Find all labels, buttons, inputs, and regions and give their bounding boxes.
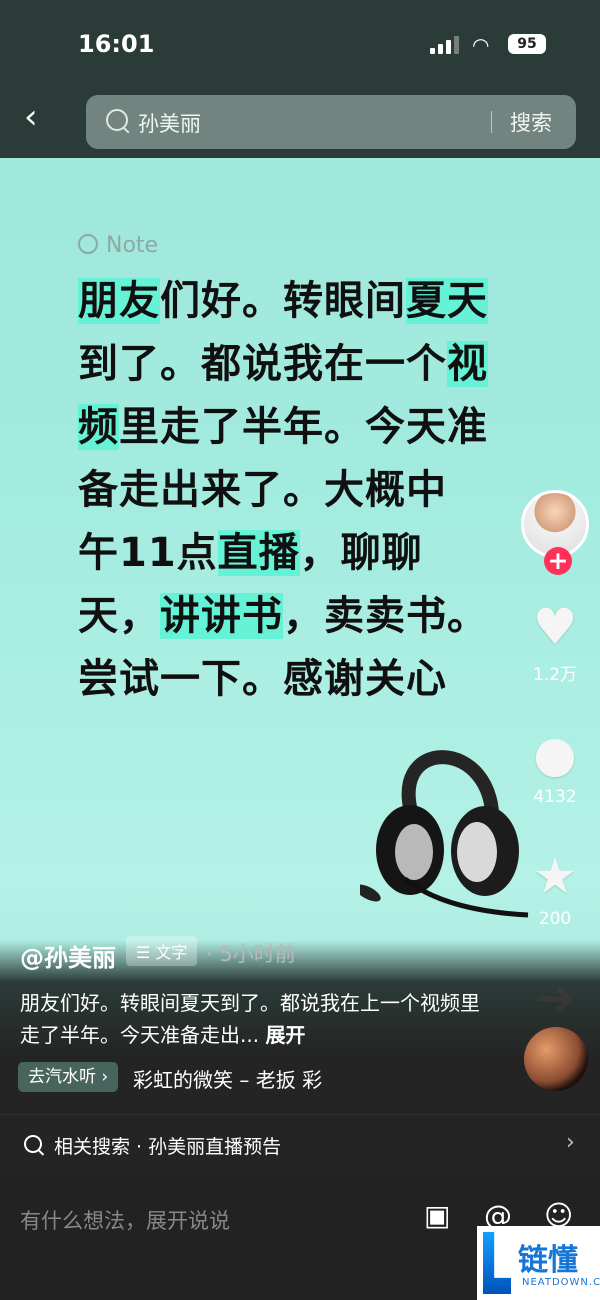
post-text-segment: 午11点 [78, 530, 218, 576]
search-header: ‹ 搜索 [0, 80, 600, 158]
search-input[interactable] [136, 108, 460, 138]
post-text-segment: 天， [78, 593, 160, 639]
music-title: 彩虹的微笑 – 老扳 彩 [133, 1068, 323, 1092]
watermark-mark-icon [483, 1232, 511, 1294]
creator-avatar[interactable]: + [521, 490, 589, 575]
watermark-subtext: NEATDOWN.COM [522, 1277, 600, 1288]
highlighted-text: 夏天 [406, 278, 488, 324]
post-text-segment: ，聊聊 [299, 530, 423, 576]
music-chip-button[interactable]: 去汽水听 › [18, 1062, 119, 1092]
battery-icon: 95 [508, 34, 546, 54]
highlighted-text: 频 [78, 404, 119, 450]
post-text-card: 朋友们好。转眼间夏天 到了。都说我在一个视 频里走了半年。今天准 备走出来了。大概中午… [78, 270, 538, 711]
heart-icon: ♥ [532, 598, 578, 656]
post-text-line: 频里走了半年。今天准 [78, 396, 538, 459]
post-text-line: 到了。都说我在一个视 [78, 333, 538, 396]
search-button[interactable]: 搜索 [510, 107, 552, 137]
note-circle-icon [78, 234, 98, 254]
watermark-text: 链懂 [518, 1243, 578, 1278]
text-post-tag: ☰ 文字 [126, 936, 198, 966]
post-text-line: 尝试一下。感谢关心 [78, 648, 538, 711]
back-arrow-icon[interactable]: ‹ [24, 100, 52, 136]
search-icon [106, 109, 128, 131]
music-disc-avatar[interactable] [524, 1027, 588, 1091]
post-text-segment: 们好。转眼间 [160, 278, 406, 324]
related-search-label: 相关搜索 · 孙美丽直播预告 [54, 1136, 282, 1158]
highlighted-text: 讲讲书 [160, 593, 283, 639]
post-description: 朋友们好。转眼间夏天到了。都说我在上一个视频里走了半年。今天准备走出... 展开 [20, 991, 480, 1047]
star-icon: ★ [532, 847, 578, 905]
post-text-segment: 里走了半年。今天准 [119, 404, 488, 450]
comment-action[interactable]: ● 4132 [520, 729, 590, 807]
highlighted-text: 直播 [217, 530, 300, 576]
search-divider [491, 111, 492, 133]
post-text-segment: 到了。都说我在一个 [78, 341, 447, 387]
post-text-segment: 备走出来了。大概中 [78, 467, 447, 513]
search-icon [24, 1135, 42, 1153]
like-action[interactable]: ♥ 1.2万 [520, 602, 590, 685]
favorite-count: 200 [538, 909, 572, 929]
wifi-icon: ◠ [472, 33, 490, 57]
related-search-row[interactable]: 相关搜索 · 孙美丽直播预告 › [0, 1114, 600, 1175]
comment-count: 4132 [533, 787, 577, 807]
author-name[interactable]: @孙美丽 [20, 938, 116, 973]
note-label: Note [78, 233, 158, 258]
post-text-segment: ，卖卖书。 [283, 593, 488, 639]
image-icon[interactable]: ▣ [424, 1199, 450, 1232]
post-text-line: 天，讲讲书，卖卖书。 [78, 585, 538, 648]
search-bar[interactable]: 搜索 [86, 95, 576, 149]
highlighted-text: 视 [447, 341, 488, 387]
headphones-icon [360, 750, 529, 918]
expand-link[interactable]: 展开 [265, 1023, 305, 1047]
like-count: 1.2万 [532, 665, 578, 685]
chevron-right-icon: › [566, 1130, 575, 1155]
post-time: · 5小时前 [206, 942, 296, 966]
post-text-line: 朋友们好。转眼间夏天 [78, 270, 538, 333]
post-text-line: 午11点直播，聊聊 [78, 522, 538, 585]
post-text-segment: 尝试一下。感谢关心 [78, 656, 447, 702]
watermark-logo: 链懂 NEATDOWN.COM [477, 1226, 600, 1300]
favorite-action[interactable]: ★ 200 [520, 851, 590, 929]
comment-input[interactable]: 有什么想法，展开说说 [20, 1205, 230, 1235]
status-time: 16:01 [78, 30, 155, 58]
signal-icon [430, 36, 460, 54]
status-bar: 16:01 ◠ 95 [0, 0, 600, 80]
follow-plus-icon[interactable]: + [544, 547, 572, 575]
comment-bubble-icon: ● [533, 725, 577, 783]
highlighted-text: 朋友 [78, 278, 160, 324]
post-text-line: 备走出来了。大概中 [78, 459, 538, 522]
